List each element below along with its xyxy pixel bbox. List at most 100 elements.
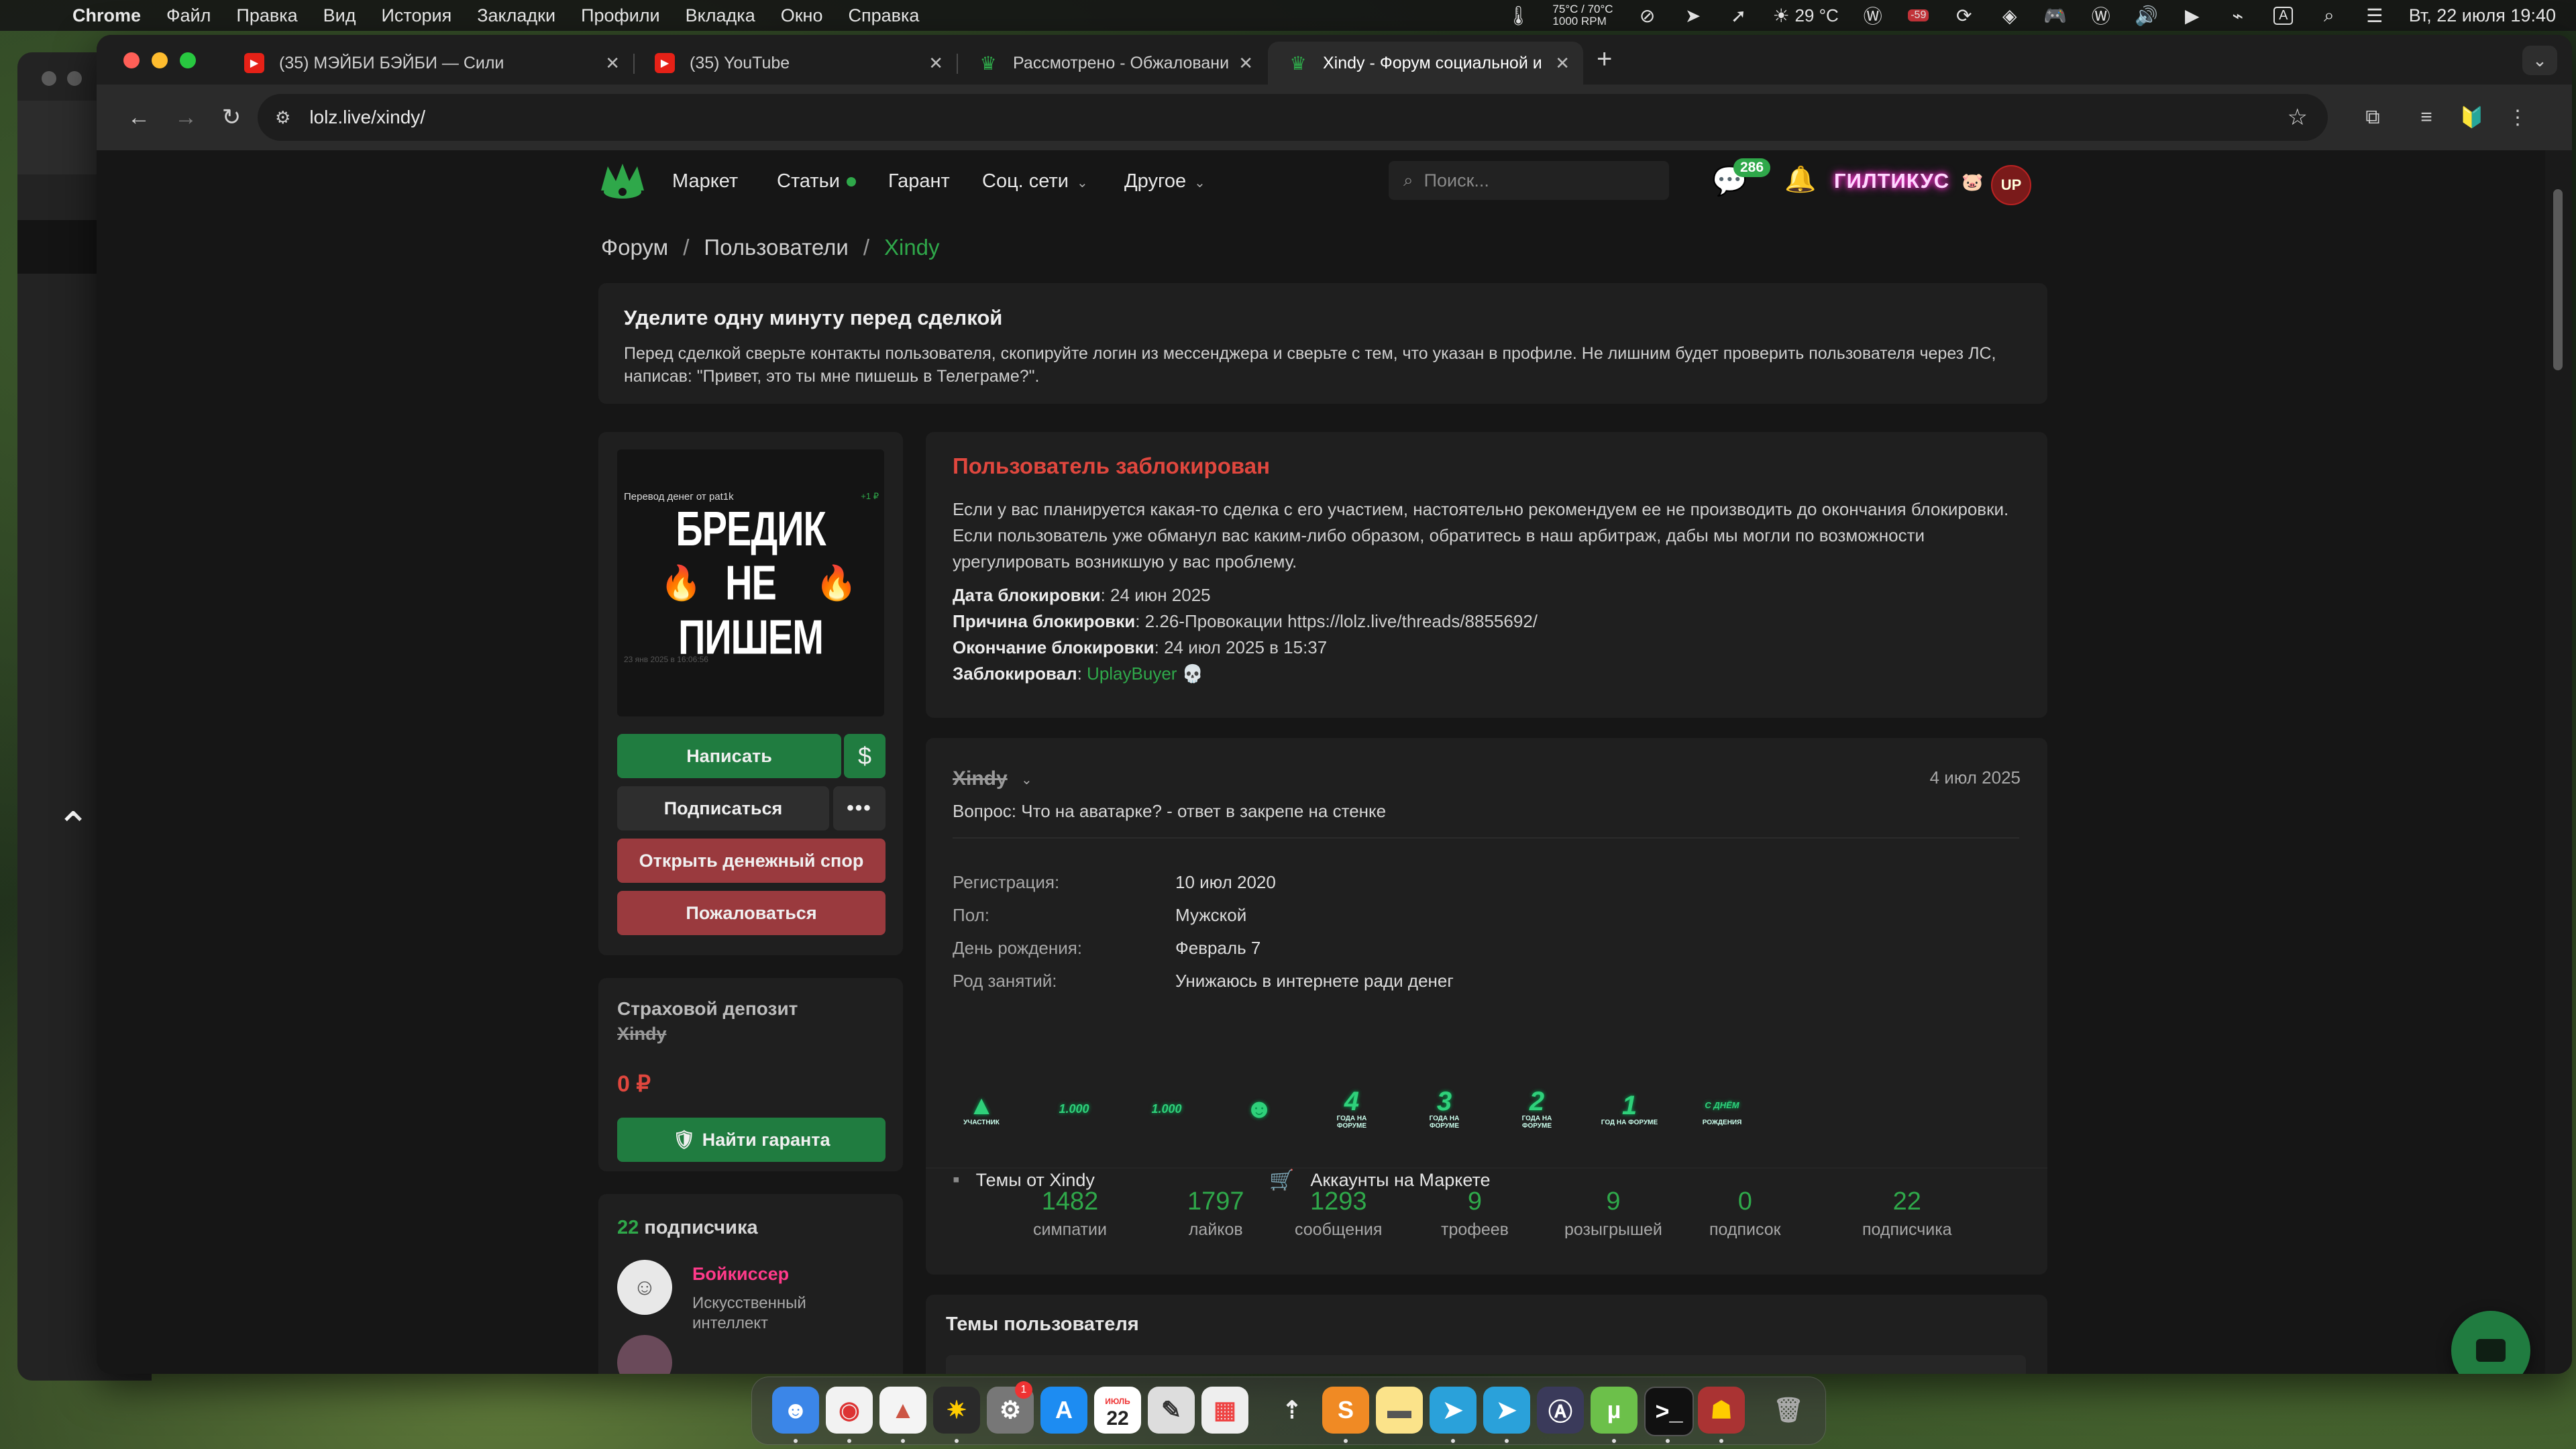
menu-window[interactable]: Окно	[781, 5, 823, 26]
chrome-menu-icon[interactable]: ⋮	[2500, 99, 2536, 136]
spotlight-search-icon[interactable]: ⌕	[2318, 4, 2341, 27]
tab-appeal[interactable]: ♛ Рассмотрено - Обжаловани ✕	[958, 42, 1267, 85]
reading-list-icon[interactable]: ≡	[2408, 99, 2445, 136]
trophy-participant-icon[interactable]: ▲ УЧАСТНИК	[953, 1080, 1010, 1138]
breadcrumb-current-user[interactable]: Xindy	[884, 235, 940, 260]
nav-articles[interactable]: Статьи	[777, 170, 856, 193]
parallels-icon[interactable]: ⊘	[1636, 4, 1659, 27]
nav-market[interactable]: Маркет	[672, 170, 738, 193]
chrome-icon[interactable]: ◉	[826, 1387, 873, 1434]
close-window-button[interactable]	[123, 52, 140, 68]
subscribers-header[interactable]: 22 подписчика	[617, 1217, 758, 1239]
open-dispute-button[interactable]: Открыть денежный спор	[617, 839, 885, 883]
subscriber-avatar[interactable]: ☺	[617, 1260, 672, 1315]
tab-youtube[interactable]: ▶ (35) YouTube ✕	[635, 42, 957, 85]
telegram-alt-icon[interactable]: ➤	[1483, 1387, 1530, 1434]
notes-yellow-icon[interactable]: ▬	[1376, 1387, 1423, 1434]
back-icon[interactable]: ←	[122, 101, 156, 134]
affinity-icon[interactable]: ▲	[879, 1387, 926, 1434]
close-tab-icon[interactable]: ✕	[605, 53, 620, 74]
close-tab-icon[interactable]: ✕	[928, 53, 943, 74]
calendar-badge-icon[interactable]: -59	[1907, 4, 1930, 27]
stat-giveaways[interactable]: 9 розыгрышей	[1564, 1187, 1662, 1240]
volume-icon[interactable]: 🔊	[2135, 4, 2158, 27]
stat-trophies[interactable]: 9 трофеев	[1441, 1187, 1509, 1240]
write-message-button[interactable]: Написать	[617, 734, 841, 778]
site-info-icon[interactable]: ⚙	[275, 107, 290, 128]
telegram-icon[interactable]: ➤	[1682, 4, 1705, 27]
menu-edit[interactable]: Правка	[236, 5, 297, 26]
topic-item[interactable]	[946, 1355, 2026, 1374]
finder-icon[interactable]: ☻	[772, 1387, 819, 1434]
reload-icon[interactable]: ↻	[215, 101, 248, 134]
telegram-icon[interactable]: ➤	[1430, 1387, 1477, 1434]
fan-status[interactable]: 75°C / 70°C 1000 RPM	[1552, 3, 1613, 28]
trophy-1-year-icon[interactable]: 1 ГОД НА ФОРУМЕ	[1601, 1080, 1658, 1138]
breadcrumb-forum[interactable]: Форум	[601, 235, 668, 260]
trophy-1000-icon[interactable]: 1.000	[1045, 1080, 1103, 1138]
menu-tab[interactable]: Вкладка	[686, 5, 755, 26]
nav-guarantor[interactable]: Гарант	[888, 170, 950, 193]
extensions-icon[interactable]: ⧉	[2355, 99, 2391, 136]
nav-social[interactable]: Соц. сети ⌄	[982, 170, 1088, 193]
send-money-button[interactable]: $	[844, 734, 885, 778]
input-source-icon[interactable]: A	[2272, 4, 2295, 27]
wordpress-alt-icon[interactable]: Ⓦ	[2090, 4, 2112, 27]
menu-history[interactable]: История	[381, 5, 451, 26]
trophy-3-years-icon[interactable]: 3 ГОДА НА ФОРУМЕ	[1415, 1080, 1473, 1138]
lolz-logo-icon[interactable]	[598, 161, 647, 203]
menu-bookmarks[interactable]: Закладки	[477, 5, 555, 26]
report-button[interactable]: Пожаловаться	[617, 891, 885, 935]
trophy-4-years-icon[interactable]: 4 ГОДА НА ФОРУМЕ	[1323, 1080, 1381, 1138]
trophy-2-years-icon[interactable]: 2 ГОДА НА ФОРУМЕ	[1508, 1080, 1566, 1138]
profile-nick[interactable]: Xindy	[953, 767, 1008, 790]
address-url[interactable]: lolz.live/xindy/	[309, 107, 425, 128]
close-tab-icon[interactable]: ✕	[1238, 53, 1253, 74]
tab-youtube-video[interactable]: ▶ (35) МЭЙБИ БЭЙБИ — Сили ✕	[224, 42, 633, 85]
notifications-bell-icon[interactable]: 🔔	[1784, 165, 1816, 195]
game-icon[interactable]: ☗	[1698, 1387, 1745, 1434]
control-center-icon[interactable]: ☰	[2363, 4, 2386, 27]
telegram-alt-icon[interactable]: ➚	[1727, 4, 1750, 27]
subscriber-avatar[interactable]	[617, 1335, 672, 1374]
new-tab-button[interactable]: +	[1597, 44, 1612, 74]
menu-help[interactable]: Справка	[848, 5, 919, 26]
launchpad-icon[interactable]: ▦	[1201, 1387, 1248, 1434]
zoom-window-button[interactable]	[180, 52, 196, 68]
nav-other[interactable]: Другое ⌄	[1124, 170, 1205, 193]
ban-by-user-link[interactable]: UplayBuyer	[1087, 663, 1177, 684]
stat-subscriptions[interactable]: 0 подписок	[1709, 1187, 1781, 1240]
utorrent-icon[interactable]: µ	[1591, 1387, 1638, 1434]
avatar-image[interactable]: Перевод денег от pat1k +1 ₽ 🔥 🔥 БРЕДИК Н…	[617, 449, 884, 716]
menubar-datetime[interactable]: Вт, 22 июля 19:40	[2409, 5, 2556, 26]
more-actions-button[interactable]: •••	[833, 786, 885, 830]
stat-likes[interactable]: 1797 лайков	[1187, 1187, 1244, 1240]
current-user-avatar[interactable]: UP	[1991, 165, 2031, 205]
scrollbar-thumb[interactable]	[2553, 189, 2563, 370]
spark-icon[interactable]: ✷	[933, 1387, 980, 1434]
sublime-icon[interactable]: S	[1322, 1387, 1369, 1434]
stat-messages[interactable]: 1293 сообщения	[1295, 1187, 1382, 1240]
subscribe-button[interactable]: Подписаться	[617, 786, 829, 830]
address-bar[interactable]: ⚙ lolz.live/xindy/ ☆	[258, 94, 2328, 141]
gamepad-icon[interactable]: 🎮	[2043, 4, 2067, 27]
tab-search-button[interactable]: ⌄	[2522, 46, 2557, 75]
support-chat-button[interactable]	[2451, 1311, 2530, 1374]
app-store-icon[interactable]: A	[1040, 1387, 1087, 1434]
stat-subscribers[interactable]: 22 подписчика	[1862, 1187, 1952, 1240]
menu-view[interactable]: Вид	[323, 5, 356, 26]
menu-file[interactable]: Файл	[166, 5, 211, 26]
weather-widget[interactable]: ☀ 29 °C	[1773, 4, 1839, 27]
play-icon[interactable]: ▶	[2181, 4, 2204, 27]
trophy-birthday-icon[interactable]: С ДНЁМ РОЖДЕНИЯ	[1693, 1080, 1751, 1138]
wordpress-icon[interactable]: Ⓦ	[1862, 4, 1884, 27]
page-scrollbar[interactable]	[2545, 150, 2572, 1374]
shield-icon[interactable]: ◈	[1998, 4, 2021, 27]
menu-profiles[interactable]: Профили	[581, 5, 660, 26]
close-tab-icon[interactable]: ✕	[1555, 53, 1570, 74]
trash-icon[interactable]: 🗑	[1765, 1387, 1812, 1434]
breadcrumb-users[interactable]: Пользователи	[704, 235, 848, 260]
trophy-1000-likes-icon[interactable]: 1.000	[1138, 1080, 1195, 1138]
current-user-nick[interactable]: ГИЛТИКУС	[1834, 169, 1949, 193]
chevron-down-icon[interactable]: ⌄	[1021, 771, 1032, 788]
